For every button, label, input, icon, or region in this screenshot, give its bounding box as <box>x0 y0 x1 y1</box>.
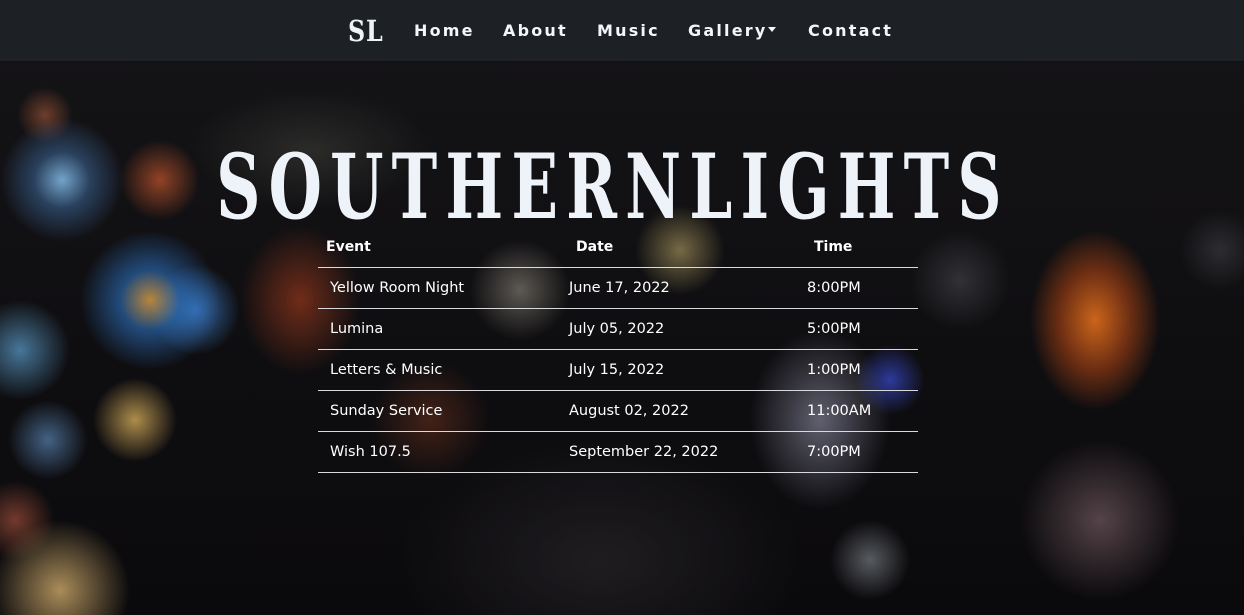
table-header-row: Event Date Time <box>318 227 918 268</box>
events-table: Event Date Time Yellow Room Night June 1… <box>318 227 918 473</box>
nav-contact[interactable]: Contact <box>808 20 893 42</box>
event-date: June 17, 2022 <box>568 267 806 309</box>
event-date: August 02, 2022 <box>568 390 806 432</box>
hero-title: SOUTHERNLIGHTS <box>216 134 1010 241</box>
event-name: Yellow Room Night <box>318 267 568 309</box>
nav-gallery-label: Gallery <box>688 21 768 40</box>
table-row: Letters & Music July 15, 2022 1:00PM <box>318 349 918 391</box>
brand-logo[interactable]: SL <box>348 13 384 49</box>
table-row: Sunday Service August 02, 2022 11:00AM <box>318 390 918 432</box>
event-date: September 22, 2022 <box>568 431 806 473</box>
page: SL Home About Music Gallery Contact SOUT… <box>0 0 1244 615</box>
table-row: Yellow Room Night June 17, 2022 8:00PM <box>318 267 918 309</box>
event-name: Lumina <box>318 308 568 350</box>
header-date: Date <box>568 227 806 268</box>
event-date: July 15, 2022 <box>568 349 806 391</box>
nav-gallery-dropdown[interactable]: Gallery <box>688 20 777 42</box>
event-time: 8:00PM <box>806 267 918 309</box>
navbar: SL Home About Music Gallery Contact <box>0 0 1244 62</box>
nav-music[interactable]: Music <box>597 20 660 42</box>
event-date: July 05, 2022 <box>568 308 806 350</box>
event-time: 7:00PM <box>806 431 918 473</box>
table-row: Lumina July 05, 2022 5:00PM <box>318 308 918 350</box>
nav-about[interactable]: About <box>503 20 568 42</box>
event-name: Wish 107.5 <box>318 431 568 473</box>
header-time: Time <box>806 227 918 268</box>
nav-home[interactable]: Home <box>414 20 475 42</box>
event-name: Letters & Music <box>318 349 568 391</box>
table-row: Wish 107.5 September 22, 2022 7:00PM <box>318 431 918 473</box>
event-time: 1:00PM <box>806 349 918 391</box>
event-name: Sunday Service <box>318 390 568 432</box>
event-time: 5:00PM <box>806 308 918 350</box>
caret-down-icon <box>768 27 777 32</box>
header-event: Event <box>318 227 568 268</box>
event-time: 11:00AM <box>806 390 918 432</box>
